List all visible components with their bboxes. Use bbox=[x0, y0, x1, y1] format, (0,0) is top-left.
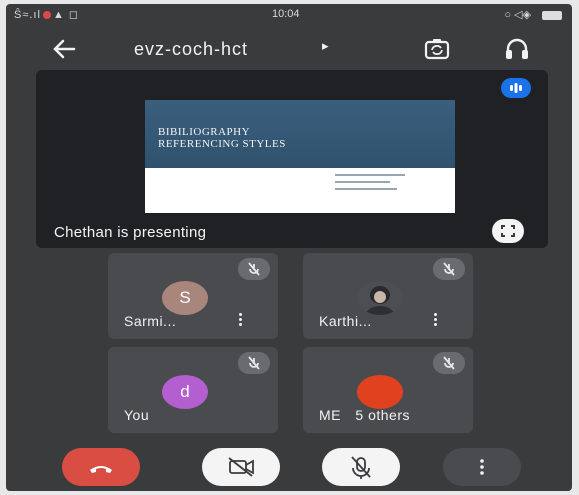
others-count: 5 others bbox=[355, 407, 410, 423]
more-vert-icon[interactable] bbox=[234, 311, 246, 329]
participant-tile[interactable]: d You bbox=[108, 347, 278, 433]
mic-off-icon bbox=[238, 258, 270, 280]
more-options-button[interactable] bbox=[443, 448, 521, 486]
participant-name: Karthi... bbox=[319, 313, 372, 329]
presenter-label: Chethan is presenting bbox=[54, 224, 207, 241]
more-vert-icon[interactable] bbox=[429, 311, 441, 329]
participant-name: You bbox=[124, 407, 150, 423]
switch-camera-icon[interactable] bbox=[423, 36, 451, 62]
mic-off-icon bbox=[238, 352, 270, 374]
speaking-indicator-icon bbox=[501, 78, 531, 98]
mic-off-icon bbox=[351, 456, 371, 479]
mic-off-icon bbox=[433, 258, 465, 280]
mic-off-icon bbox=[433, 352, 465, 374]
end-call-icon bbox=[90, 466, 112, 473]
participant-tile[interactable]: S Sarmi... bbox=[108, 253, 278, 339]
video-off-icon bbox=[228, 457, 254, 477]
status-bar: Ŝ≈.ıl ▲ ◻ 10:04 ○ ◁◈ bbox=[6, 4, 572, 26]
avatar-photo bbox=[357, 281, 403, 315]
slide-author-lines bbox=[335, 174, 435, 195]
end-call-button[interactable] bbox=[62, 448, 140, 486]
meeting-code[interactable]: evz-coch-hct bbox=[134, 39, 248, 60]
avatar bbox=[357, 375, 403, 409]
more-vert-icon bbox=[480, 459, 484, 475]
fullscreen-icon bbox=[501, 225, 515, 237]
fullscreen-button[interactable] bbox=[492, 219, 524, 243]
slide-header: BIBILIOGRAPHY REFERENCING STYLES bbox=[145, 100, 455, 168]
call-controls bbox=[6, 448, 572, 488]
headphones-icon[interactable] bbox=[503, 36, 531, 62]
back-arrow-icon[interactable] bbox=[50, 36, 78, 62]
camera-toggle-button[interactable] bbox=[202, 448, 280, 486]
avatar: d bbox=[162, 375, 208, 409]
meeting-details-caret-icon[interactable]: ▸ bbox=[322, 38, 329, 54]
status-time: 10:04 bbox=[272, 8, 300, 20]
meet-screen: Ŝ≈.ıl ▲ ◻ 10:04 ○ ◁◈ evz-coch-hct ▸ BIBI… bbox=[6, 4, 572, 491]
participant-tile[interactable]: Karthi... bbox=[303, 253, 473, 339]
recording-dot-icon bbox=[42, 11, 51, 20]
shared-slide: BIBILIOGRAPHY REFERENCING STYLES bbox=[145, 100, 455, 213]
slide-title: BIBILIOGRAPHY REFERENCING STYLES bbox=[158, 126, 286, 150]
battery-icon bbox=[542, 10, 562, 20]
avatar: S bbox=[162, 281, 208, 315]
participant-name: ME 5 others bbox=[319, 407, 410, 423]
presentation-tile[interactable]: BIBILIOGRAPHY REFERENCING STYLES Chethan… bbox=[36, 70, 548, 248]
participant-name: Sarmi... bbox=[124, 313, 177, 329]
status-icons: ○ ◁◈ bbox=[504, 8, 562, 21]
signal-indicator: Ŝ≈.ıl ▲ ◻ bbox=[14, 9, 80, 21]
mic-toggle-button[interactable] bbox=[322, 448, 400, 486]
top-bar: evz-coch-hct ▸ bbox=[6, 30, 572, 68]
participant-tile[interactable]: ME 5 others bbox=[303, 347, 473, 433]
